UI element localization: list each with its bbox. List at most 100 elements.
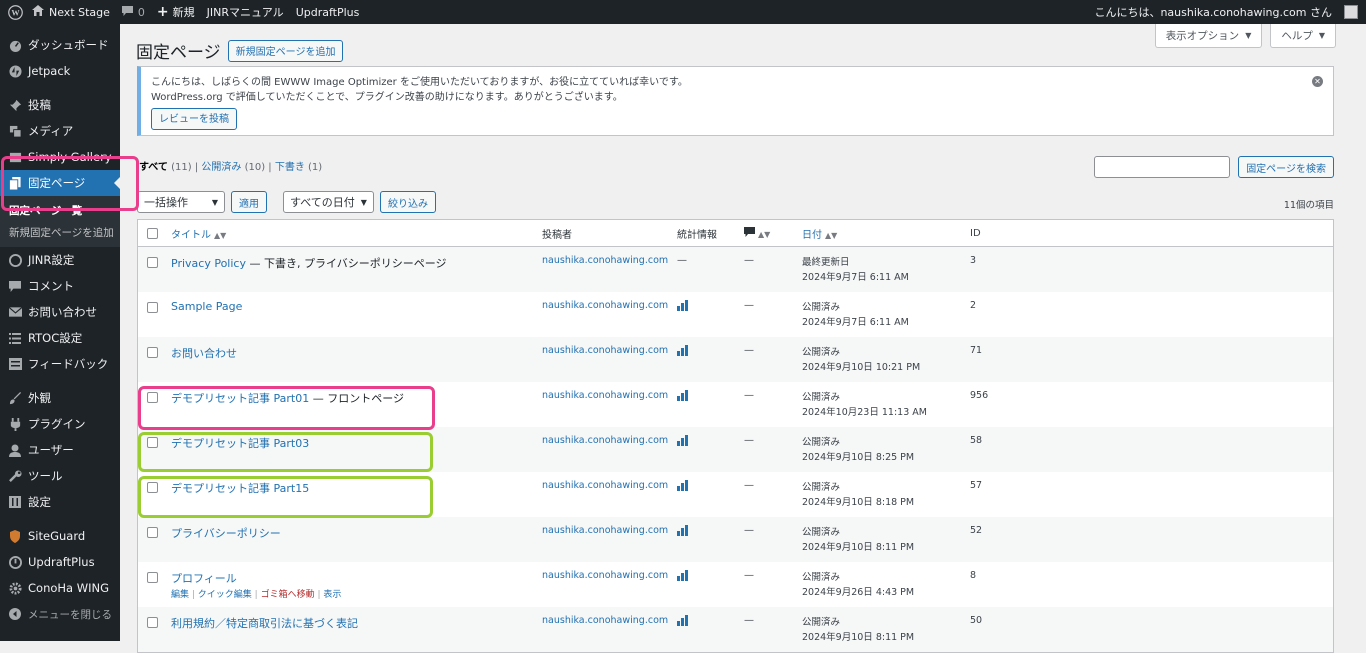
row-checkbox[interactable] [147, 302, 158, 313]
stats-bars-icon[interactable] [677, 570, 688, 581]
author-link[interactable]: naushika.conohawing.com [542, 615, 668, 626]
jinr-manual-link[interactable]: JINRマニュアル [201, 0, 290, 24]
row-checkbox[interactable] [147, 482, 158, 493]
author-link[interactable]: naushika.conohawing.com [542, 435, 668, 446]
help-button[interactable]: ヘルプ ▼ [1270, 24, 1336, 48]
sort-icon: ▲▼ [758, 229, 771, 239]
stats-bars-icon[interactable] [677, 300, 688, 311]
filter-published[interactable]: 公開済み [201, 162, 241, 173]
page-title-link[interactable]: デモプリセット記事 Part15 [171, 482, 309, 495]
column-date-header[interactable]: 日付 ▲▼ [802, 226, 837, 241]
row-checkbox[interactable] [147, 437, 158, 448]
filter-draft[interactable]: 下書き [275, 162, 305, 173]
filter-all-count: (11) [171, 162, 192, 173]
menu-siteguard[interactable]: SiteGuard [0, 523, 120, 549]
bulk-action-select[interactable]: 一括操作 ▼ [137, 191, 225, 213]
menu-rtoc-settings[interactable]: RTOC設定 [0, 325, 120, 351]
stats-bars-icon[interactable] [677, 435, 688, 446]
collapse-menu[interactable]: メニューを閉じる [0, 601, 120, 627]
page-title-link[interactable]: プライバシーポリシー [171, 527, 281, 540]
menu-label: 外観 [28, 391, 51, 405]
filter-all[interactable]: すべて [139, 162, 168, 173]
post-review-button[interactable]: レビューを投稿 [151, 108, 237, 130]
column-comments-header[interactable]: ▲▼ [744, 226, 771, 240]
author-link[interactable]: naushika.conohawing.com [542, 300, 668, 311]
stats-bars-icon[interactable] [677, 390, 688, 401]
add-new-page-button[interactable]: 新規固定ページを追加 [227, 39, 344, 62]
table-row: デモプリセット記事 Part03 naushika.conohawing.com —… [138, 427, 1333, 472]
author-link[interactable]: naushika.conohawing.com [542, 525, 668, 536]
page-title-link[interactable]: Privacy Policy [171, 257, 246, 270]
row-checkbox[interactable] [147, 347, 158, 358]
author-link[interactable]: naushika.conohawing.com [542, 255, 668, 266]
page-title-link[interactable]: お問い合わせ [171, 347, 237, 360]
menu-users[interactable]: ユーザー [0, 437, 120, 463]
row-checkbox[interactable] [147, 572, 158, 583]
wordpress-logo-icon[interactable]: W [4, 4, 26, 20]
screen-options-button[interactable]: 表示オプション ▼ [1154, 24, 1263, 48]
filter-button[interactable]: 絞り込み [379, 191, 436, 213]
menu-jinr-settings[interactable]: JINR設定 [0, 247, 120, 273]
table-row: デモプリセット記事 Part01 — フロントページ naushika.conoh… [138, 382, 1333, 427]
view-link[interactable]: 表示 [323, 590, 341, 600]
comments-link[interactable]: 0 [116, 0, 151, 24]
dismiss-notice-icon[interactable]: ✕ [1312, 76, 1323, 87]
page-title-link[interactable]: デモプリセット記事 Part01 [171, 392, 309, 405]
author-link[interactable]: naushika.conohawing.com [542, 390, 668, 401]
menu-posts[interactable]: 投稿 [0, 92, 120, 118]
menu-plugins[interactable]: プラグイン [0, 411, 120, 437]
page-title-link[interactable]: デモプリセット記事 Part03 [171, 437, 309, 450]
caret-down-icon: ▼ [1245, 31, 1252, 40]
apply-button[interactable]: 適用 [231, 191, 267, 213]
menu-comments[interactable]: コメント [0, 273, 120, 299]
menu-feedback[interactable]: フィードバック [0, 351, 120, 377]
stats-bars-icon[interactable] [677, 480, 688, 491]
select-all-checkbox[interactable] [147, 227, 158, 239]
brush-icon [8, 391, 22, 405]
menu-updraftplus[interactable]: UpdraftPlus [0, 549, 120, 575]
menu-label: ツール [28, 469, 63, 483]
title-cell: プロフィール [171, 570, 237, 586]
date-filter-select[interactable]: すべての日付 ▼ [283, 191, 374, 213]
page-search-input[interactable] [1094, 156, 1231, 178]
menu-tools[interactable]: ツール [0, 463, 120, 489]
menu-conoha-wing[interactable]: ConoHa WING [0, 575, 120, 601]
menu-jetpack[interactable]: Jetpack [0, 58, 120, 84]
updraftplus-link[interactable]: UpdraftPlus [290, 0, 366, 24]
new-content-link[interactable]: + 新規 [151, 0, 201, 24]
row-checkbox[interactable] [147, 527, 158, 538]
avatar[interactable] [1344, 5, 1358, 19]
author-link[interactable]: naushika.conohawing.com [542, 480, 668, 491]
row-checkbox[interactable] [147, 257, 158, 268]
menu-simply-gallery[interactable]: Simply Gallery [0, 144, 120, 170]
stats-bars-icon[interactable] [677, 615, 688, 626]
author-link[interactable]: naushika.conohawing.com [542, 345, 668, 356]
edit-link[interactable]: 編集 [171, 590, 189, 600]
site-name-link[interactable]: Next Stage [26, 0, 116, 24]
page-title-link[interactable]: Sample Page [171, 300, 242, 313]
column-title-header[interactable]: タイトル ▲▼ [171, 226, 226, 241]
search-pages-button[interactable]: 固定ページを検索 [1238, 156, 1334, 178]
items-count: 11個の項目 [1283, 200, 1334, 211]
submenu-add-new-page[interactable]: 新規固定ページを追加 [0, 221, 120, 243]
action-separator: | [251, 590, 261, 600]
submenu-all-pages[interactable]: 固定ページ一覧 [0, 199, 120, 221]
menu-media[interactable]: メディア [0, 118, 120, 144]
row-checkbox[interactable] [147, 392, 158, 403]
account-greeting[interactable]: こんにちは、naushika.conohawing.com さん [1088, 0, 1338, 24]
page-title-link[interactable]: プロフィール [171, 572, 237, 585]
stats-bars-icon[interactable] [677, 525, 688, 536]
collapse-icon [8, 607, 22, 621]
menu-settings[interactable]: 設定 [0, 489, 120, 515]
trash-link[interactable]: ゴミ箱へ移動 [261, 590, 315, 600]
menu-appearance[interactable]: 外観 [0, 385, 120, 411]
page-title-link[interactable]: 利用規約／特定商取引法に基づく表記 [171, 617, 358, 630]
menu-pages[interactable]: 固定ページ [0, 170, 120, 196]
quick-edit-link[interactable]: クイック編集 [198, 590, 252, 600]
menu-dashboard[interactable]: ダッシュボード [0, 32, 120, 58]
author-link[interactable]: naushika.conohawing.com [542, 570, 668, 581]
id-cell: 50 [970, 615, 983, 626]
stats-bars-icon[interactable] [677, 345, 688, 356]
row-checkbox[interactable] [147, 617, 158, 628]
menu-contact[interactable]: お問い合わせ [0, 299, 120, 325]
